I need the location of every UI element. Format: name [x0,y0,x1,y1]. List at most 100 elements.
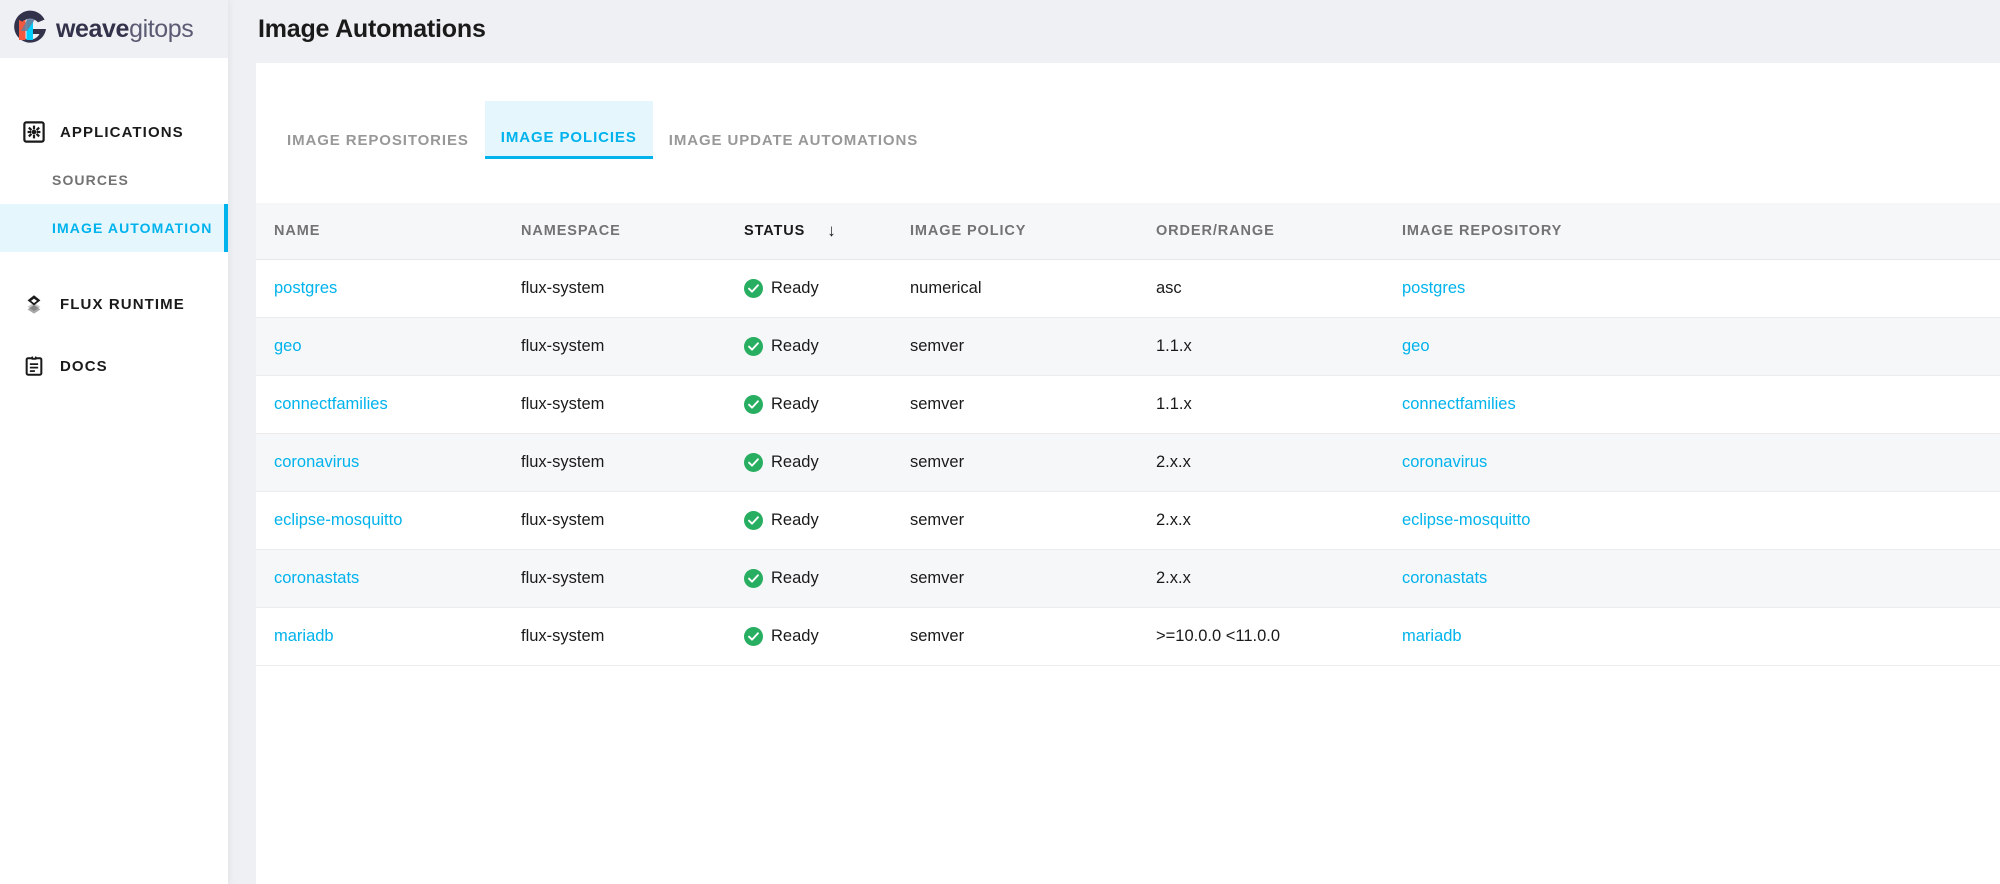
status-badge: Ready [744,337,892,356]
policy-name-link[interactable]: connectfamilies [274,395,388,413]
cell-status: Ready [726,549,892,608]
check-circle-icon [744,627,763,646]
table-row[interactable]: coronastats flux-system Ready semver 2.x… [256,549,2000,608]
tab-bar: IMAGE REPOSITORIES IMAGE POLICIES IMAGE … [256,63,2000,159]
cell-image-policy: semver [892,375,1138,434]
status-label: Ready [771,453,819,471]
check-circle-icon [744,453,763,472]
cell-order-range: 2.x.x [1138,433,1384,492]
policy-name-link[interactable]: mariadb [274,627,334,645]
table-body: postgres flux-system Ready numerical asc… [256,259,2000,666]
tab-image-policies[interactable]: IMAGE POLICIES [484,101,653,159]
cell-name: postgres [256,259,503,318]
table-row[interactable]: geo flux-system Ready semver 1.1.x geo [256,317,2000,376]
image-repository-link[interactable]: coronavirus [1402,453,1487,471]
tab-label: IMAGE REPOSITORIES [287,132,469,149]
status-badge: Ready [744,453,892,472]
check-circle-icon [744,337,763,356]
cell-image-repository: postgres [1384,259,2000,318]
sort-descending-icon[interactable]: ↓ [827,221,836,241]
cell-image-policy: semver [892,433,1138,492]
cell-order-range: asc [1138,259,1384,318]
tab-image-update-automations[interactable]: IMAGE UPDATE AUTOMATIONS [653,101,934,159]
cell-order-range: >=10.0.0 <11.0.0 [1138,607,1384,666]
sidebar-item-flux-runtime[interactable]: FLUX RUNTIME [0,280,228,328]
status-label: Ready [771,279,819,297]
cell-namespace: flux-system [503,549,726,608]
cell-namespace: flux-system [503,491,726,550]
column-header-label: IMAGE REPOSITORY [1402,223,1563,239]
cell-name: mariadb [256,607,503,666]
sidebar-item-image-automation[interactable]: IMAGE AUTOMATION [0,204,228,252]
flux-diamond-icon [22,292,46,316]
cell-order-range: 1.1.x [1138,317,1384,376]
cell-namespace: flux-system [503,607,726,666]
table-head: NAME NAMESPACE STATUS ↓ IMAGE POLICY ORD… [256,203,2000,260]
image-repository-link[interactable]: postgres [1402,279,1465,297]
image-repository-link[interactable]: connectfamilies [1402,395,1516,413]
table-row[interactable]: postgres flux-system Ready numerical asc… [256,259,2000,318]
sidebar-item-label: FLUX RUNTIME [60,295,185,313]
docs-clipboard-icon [22,354,46,378]
status-label: Ready [771,395,819,413]
sidebar-item-applications[interactable]: APPLICATIONS [0,108,228,156]
policy-name-link[interactable]: postgres [274,279,337,297]
image-policies-table: NAME NAMESPACE STATUS ↓ IMAGE POLICY ORD… [256,203,2000,666]
brand-logo[interactable]: weavegitops [0,0,228,58]
page-header: Image Automations [228,0,2000,58]
table-row[interactable]: coronavirus flux-system Ready semver 2.x… [256,433,2000,492]
check-circle-icon [744,279,763,298]
app-root: weavegitops APPLICATIONS SOURCES IMAGE A… [0,0,2000,884]
cell-namespace: flux-system [503,433,726,492]
cell-image-repository: geo [1384,317,2000,376]
table-row[interactable]: connectfamilies flux-system Ready semver… [256,375,2000,434]
column-header-status[interactable]: STATUS ↓ [726,203,892,260]
brand-name-bold: weave [56,14,130,43]
image-repository-link[interactable]: eclipse-mosquitto [1402,511,1530,529]
tab-image-repositories[interactable]: IMAGE REPOSITORIES [271,101,485,159]
tab-label: IMAGE UPDATE AUTOMATIONS [668,132,919,149]
sidebar-item-label: DOCS [60,357,108,375]
status-badge: Ready [744,511,892,530]
policy-name-link[interactable]: geo [274,337,302,355]
cell-image-repository: eclipse-mosquitto [1384,491,2000,550]
sidebar-nav: APPLICATIONS SOURCES IMAGE AUTOMATION FL… [0,58,228,390]
policy-name-link[interactable]: coronavirus [274,453,359,471]
cell-status: Ready [726,259,892,318]
cell-name: eclipse-mosquitto [256,491,503,550]
cell-status: Ready [726,317,892,376]
policy-name-link[interactable]: eclipse-mosquitto [274,511,402,529]
sidebar-item-sources[interactable]: SOURCES [0,156,228,204]
column-header-namespace[interactable]: NAMESPACE [503,203,726,260]
main-content: Image Automations IMAGE REPOSITORIES IMA… [228,0,2000,884]
cell-image-repository: connectfamilies [1384,375,2000,434]
cell-image-policy: semver [892,549,1138,608]
column-header-image-repository[interactable]: IMAGE REPOSITORY [1384,203,2000,260]
status-badge: Ready [744,627,892,646]
content-card: IMAGE REPOSITORIES IMAGE POLICIES IMAGE … [256,63,2000,884]
image-repository-link[interactable]: coronastats [1402,569,1487,587]
status-label: Ready [771,627,819,645]
brand-name-light: gitops [129,14,194,43]
cell-order-range: 2.x.x [1138,491,1384,550]
cell-name: coronastats [256,549,503,608]
policy-name-link[interactable]: coronastats [274,569,359,587]
check-circle-icon [744,569,763,588]
status-label: Ready [771,511,819,529]
applications-gear-square-icon [22,120,46,144]
column-header-order-range[interactable]: ORDER/RANGE [1138,203,1384,260]
check-circle-icon [744,395,763,414]
weave-gitops-logo-icon [8,7,52,51]
cell-status: Ready [726,433,892,492]
table-row[interactable]: mariadb flux-system Ready semver >=10.0.… [256,607,2000,666]
image-repository-link[interactable]: mariadb [1402,627,1462,645]
column-header-label: NAME [274,223,321,239]
column-header-image-policy[interactable]: IMAGE POLICY [892,203,1138,260]
cell-image-policy: numerical [892,259,1138,318]
column-header-name[interactable]: NAME [256,203,503,260]
check-circle-icon [744,511,763,530]
image-repository-link[interactable]: geo [1402,337,1430,355]
table-row[interactable]: eclipse-mosquitto flux-system Ready semv… [256,491,2000,550]
sidebar-item-docs[interactable]: DOCS [0,342,228,390]
